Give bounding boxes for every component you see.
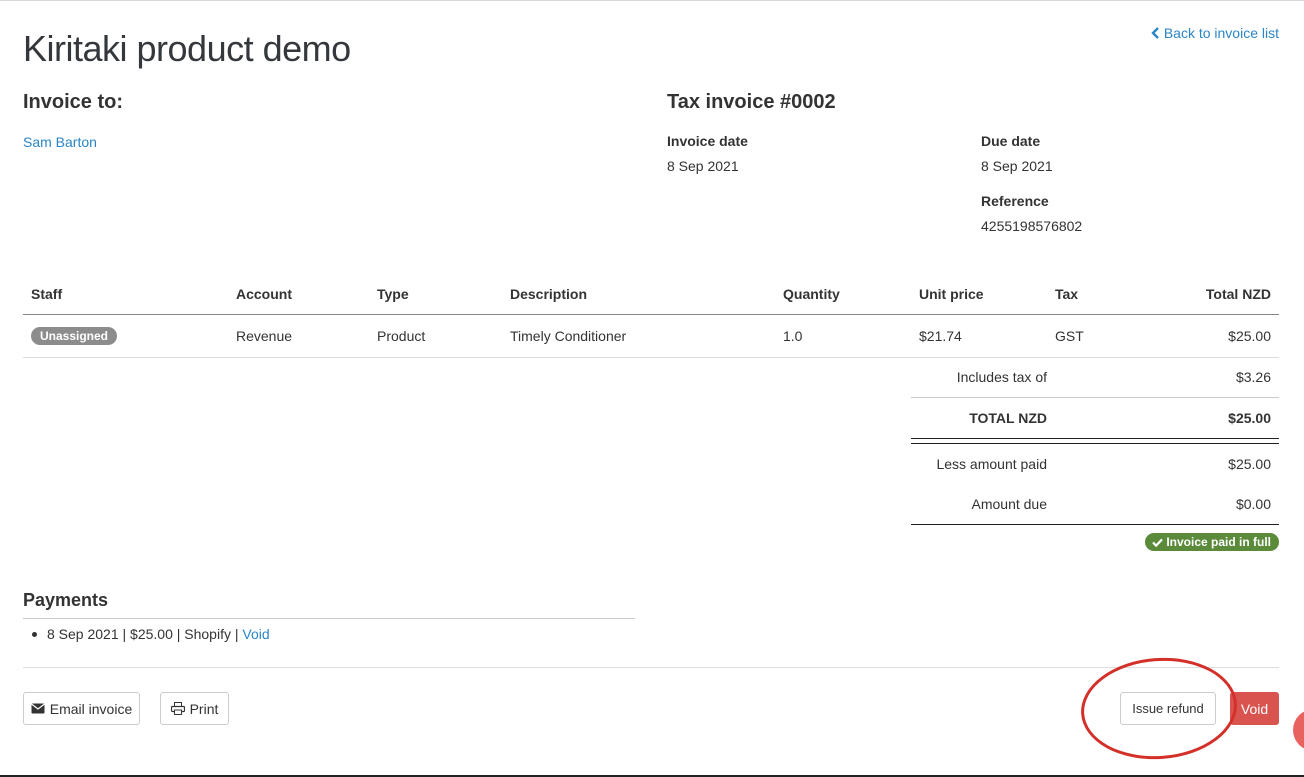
column-header-type: Type xyxy=(369,272,502,315)
column-header-staff: Staff xyxy=(23,272,228,315)
printer-icon xyxy=(170,702,185,715)
table-row: Unassigned Revenue Product Timely Condit… xyxy=(23,314,1279,358)
invoice-paid-status-badge: Invoice paid in full xyxy=(1145,533,1279,551)
back-to-invoice-list-link[interactable]: Back to invoice list xyxy=(1151,25,1279,41)
amount-due-value: $0.00 xyxy=(1235,496,1271,512)
amount-due-label: Amount due xyxy=(971,496,1048,512)
tax-invoice-heading: Tax invoice #0002 xyxy=(667,91,836,113)
column-header-description: Description xyxy=(502,272,775,315)
table-header-row: Staff Account Type Description Quantity … xyxy=(23,272,1279,315)
print-label: Print xyxy=(189,700,219,717)
top-divider xyxy=(0,0,1304,1)
less-amount-paid-label: Less amount paid xyxy=(936,456,1047,472)
cell-account: Revenue xyxy=(228,314,369,358)
payments-heading: Payments xyxy=(23,590,109,610)
email-invoice-label: Email invoice xyxy=(49,700,133,717)
column-header-total: Total NZD xyxy=(1147,272,1279,315)
cell-tax: GST xyxy=(1047,314,1147,358)
column-header-tax: Tax xyxy=(1047,272,1147,315)
issue-refund-button[interactable]: Issue refund xyxy=(1120,692,1216,725)
print-button[interactable]: Print xyxy=(160,692,229,725)
void-payment-link[interactable]: Void xyxy=(242,626,269,642)
includes-tax-row: Includes tax of $3.26 xyxy=(911,357,1279,397)
cell-unit-price: $21.74 xyxy=(911,314,1047,358)
invoice-paid-status-label: Invoice paid in full xyxy=(1166,535,1271,549)
email-invoice-button[interactable]: Email invoice xyxy=(23,692,140,725)
invoice-date-label: Invoice date xyxy=(667,133,748,149)
amount-due-rule xyxy=(911,524,1279,525)
totals-summary: Includes tax of $3.26 TOTAL NZD $25.00 L… xyxy=(911,357,1279,525)
reference-label: Reference xyxy=(981,193,1049,209)
invoice-line-items-table: Staff Account Type Description Quantity … xyxy=(23,272,1279,358)
void-invoice-button[interactable]: Void xyxy=(1230,692,1279,725)
less-amount-paid-row: Less amount paid $25.00 xyxy=(911,444,1279,484)
back-link-label: Back to invoice list xyxy=(1163,25,1279,41)
staff-unassigned-badge: Unassigned xyxy=(31,327,118,345)
client-name-link[interactable]: Sam Barton xyxy=(23,134,97,150)
footer-divider xyxy=(23,667,1279,668)
includes-tax-value: $3.26 xyxy=(1235,369,1271,385)
chat-widget-button[interactable] xyxy=(1293,709,1304,751)
list-item: 8 Sep 2021 | $25.00 | Shopify | Void xyxy=(32,626,270,642)
envelope-icon xyxy=(30,703,45,714)
column-header-account: Account xyxy=(228,272,369,315)
column-header-unit-price: Unit price xyxy=(911,272,1047,315)
column-header-quantity: Quantity xyxy=(775,272,911,315)
total-row: TOTAL NZD $25.00 xyxy=(911,398,1279,438)
total-label: TOTAL NZD xyxy=(969,410,1047,426)
check-icon xyxy=(1152,538,1164,547)
chevron-left-icon xyxy=(1151,27,1159,39)
due-date-value: 8 Sep 2021 xyxy=(981,158,1053,174)
invoice-date-value: 8 Sep 2021 xyxy=(667,158,739,174)
cell-type: Product xyxy=(369,314,502,358)
amount-due-row: Amount due $0.00 xyxy=(911,484,1279,524)
reference-value: 4255198576802 xyxy=(981,218,1083,234)
page-title: Kiritaki product demo xyxy=(23,28,351,69)
payment-details: 8 Sep 2021 | $25.00 | Shopify | xyxy=(47,626,243,642)
bullet-icon xyxy=(32,631,37,637)
due-date-label: Due date xyxy=(981,133,1041,149)
less-amount-paid-value: $25.00 xyxy=(1228,456,1271,472)
includes-tax-label: Includes tax of xyxy=(956,369,1047,385)
cell-total: $25.00 xyxy=(1147,314,1279,358)
cell-description: Timely Conditioner xyxy=(502,314,775,358)
total-value: $25.00 xyxy=(1228,410,1271,426)
cell-staff: Unassigned xyxy=(23,314,228,358)
cell-quantity: 1.0 xyxy=(775,314,911,358)
invoice-to-heading: Invoice to: xyxy=(23,91,124,113)
payments-divider xyxy=(23,618,635,619)
